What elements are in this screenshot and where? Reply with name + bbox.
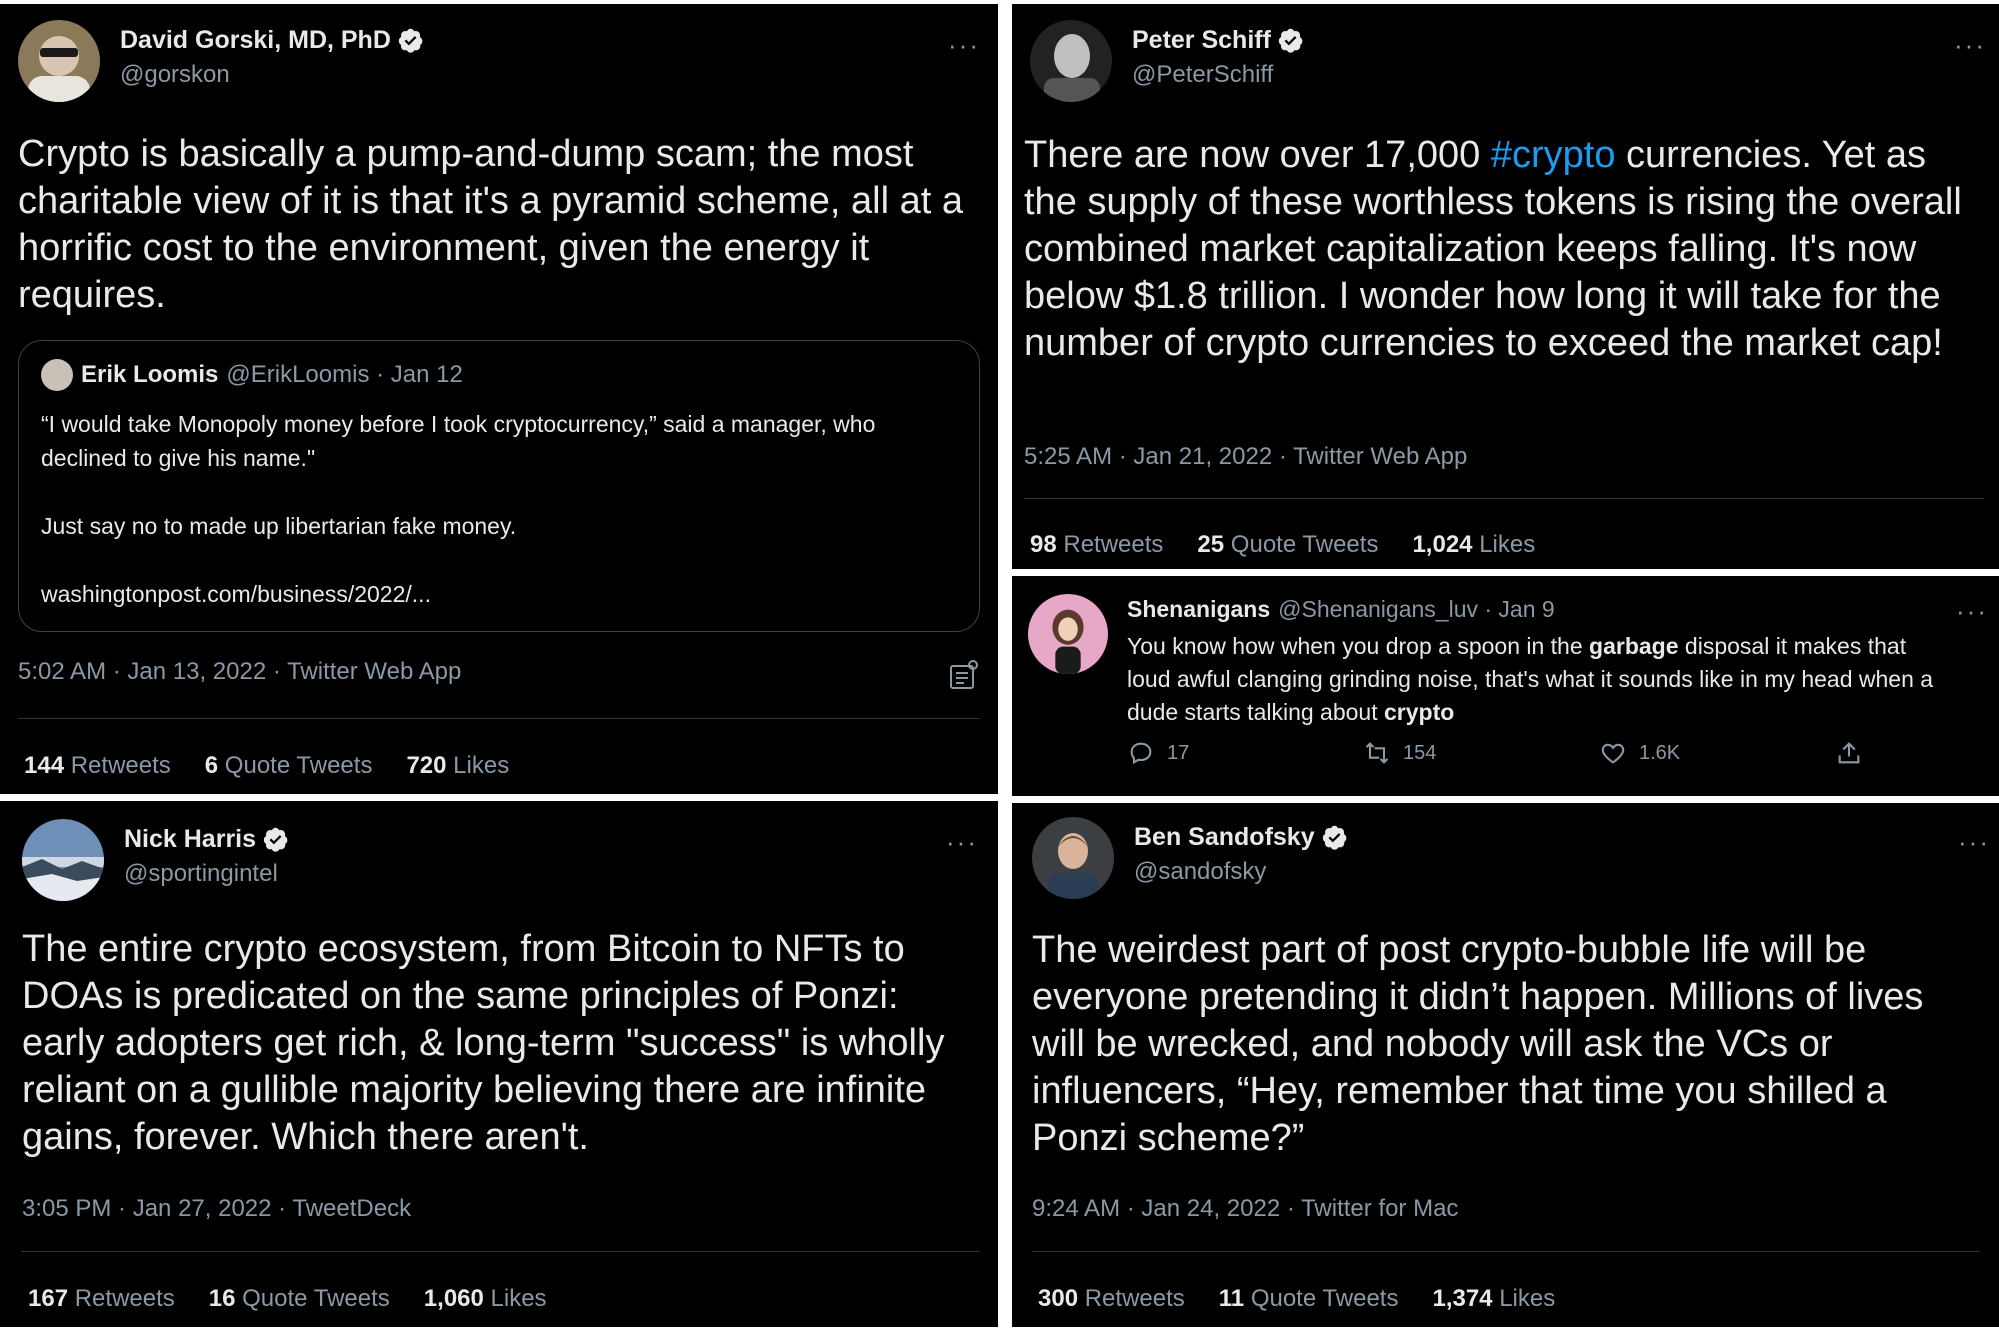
- divider: [22, 1251, 980, 1252]
- divider: [1024, 498, 1984, 499]
- heart-icon: [1601, 743, 1625, 764]
- display-name[interactable]: Peter Schiff: [1132, 26, 1271, 55]
- tweet-sandofsky: Ben Sandofsky @sandofsky ··· The weirdes…: [1012, 803, 1999, 1327]
- tweet-text: The entire crypto ecosystem, from Bitcoi…: [22, 928, 945, 1158]
- quote-tweets-stat[interactable]: 11 Quote Tweets: [1219, 1285, 1399, 1313]
- tweet-stats: 98 Retweets 25 Quote Tweets 1,024 Likes: [1030, 531, 1569, 559]
- tweet-header: Peter Schiff @PeterSchiff: [1030, 20, 1304, 102]
- hashtag-link[interactable]: #crypto: [1491, 134, 1616, 176]
- retweets-stat[interactable]: 167 Retweets: [28, 1285, 175, 1313]
- retweets-stat[interactable]: 144 Retweets: [24, 752, 171, 780]
- quoted-avatar: [41, 359, 73, 391]
- display-name[interactable]: Ben Sandofsky: [1134, 823, 1315, 852]
- likes-stat[interactable]: 1,060 Likes: [424, 1285, 547, 1313]
- quoted-text-line1: “I would take Monopoly money before I to…: [41, 411, 876, 471]
- tweet-text: Crypto is basically a pump-and-dump scam…: [18, 133, 963, 316]
- avatar[interactable]: [1028, 594, 1108, 674]
- quote-tweets-stat[interactable]: 16 Quote Tweets: [209, 1285, 390, 1313]
- tweet-harris: Nick Harris @sportingintel ··· The entir…: [0, 801, 998, 1327]
- reply-header: Shenanigans @Shenanigans_luv · Jan 9: [1127, 596, 1555, 623]
- analytics-icon[interactable]: [948, 658, 978, 692]
- quoted-text-line2: Just say no to made up libertarian fake …: [41, 513, 517, 539]
- likes-stat[interactable]: 1,024 Likes: [1412, 531, 1535, 559]
- quoted-link[interactable]: washingtonpost.com/business/2022/...: [41, 577, 941, 611]
- verified-badge-icon: [1278, 28, 1303, 53]
- more-options-icon[interactable]: ···: [1958, 829, 1990, 855]
- likes-stat[interactable]: 1,374 Likes: [1432, 1285, 1555, 1313]
- handle[interactable]: @sportingintel: [124, 860, 289, 888]
- avatar[interactable]: [22, 819, 104, 901]
- avatar[interactable]: [18, 20, 100, 102]
- tweet-timestamp[interactable]: 3:05 PM · Jan 27, 2022 · TweetDeck: [22, 1195, 411, 1223]
- verified-badge-icon: [1322, 825, 1347, 850]
- handle[interactable]: @gorskon: [120, 61, 424, 89]
- retweets-stat[interactable]: 300 Retweets: [1038, 1285, 1185, 1313]
- more-options-icon[interactable]: ···: [1954, 32, 1986, 58]
- tweet-actions: 17 154 1.6K: [1127, 739, 1999, 767]
- tweet-text: You know how when you drop a spoon in th…: [1127, 633, 1934, 725]
- tweet-stats: 167 Retweets 16 Quote Tweets 1,060 Likes: [28, 1285, 581, 1313]
- avatar[interactable]: [1032, 817, 1114, 899]
- quoted-tweet[interactable]: Erik Loomis @ErikLoomis · Jan 12 “I woul…: [18, 340, 980, 632]
- tweet-text: There are now over 17,000 #crypto curren…: [1024, 134, 1962, 364]
- tweet-stats: 300 Retweets 11 Quote Tweets 1,374 Likes: [1038, 1285, 1589, 1313]
- display-name[interactable]: David Gorski, MD, PhD: [120, 26, 391, 55]
- verified-badge-icon: [263, 827, 288, 852]
- tweet-text: The weirdest part of post crypto-bubble …: [1032, 929, 1924, 1159]
- tweet-schiff: Peter Schiff @PeterSchiff ··· There are …: [1012, 4, 1999, 569]
- retweet-icon: [1365, 742, 1389, 764]
- display-name[interactable]: Shenanigans: [1127, 596, 1270, 623]
- verified-badge-icon: [398, 28, 423, 53]
- handle-date[interactable]: @Shenanigans_luv · Jan 9: [1278, 596, 1555, 623]
- tweet-header: Ben Sandofsky @sandofsky: [1032, 817, 1348, 899]
- handle[interactable]: @PeterSchiff: [1132, 61, 1304, 89]
- retweet-button[interactable]: 154: [1363, 739, 1599, 767]
- tweet-timestamp[interactable]: 5:25 AM · Jan 21, 2022 · Twitter Web App: [1024, 443, 1467, 471]
- tweet-gorski: David Gorski, MD, PhD @gorskon ··· Crypt…: [0, 4, 998, 794]
- tweet-stats: 144 Retweets 6 Quote Tweets 720 Likes: [24, 752, 543, 780]
- more-options-icon[interactable]: ···: [946, 829, 978, 855]
- share-icon: [1838, 742, 1860, 764]
- divider: [18, 718, 980, 719]
- tweet-header: Nick Harris @sportingintel: [22, 819, 289, 901]
- avatar[interactable]: [1030, 20, 1112, 102]
- retweets-stat[interactable]: 98 Retweets: [1030, 531, 1163, 559]
- tweet-header: David Gorski, MD, PhD @gorskon: [18, 20, 424, 102]
- quote-tweets-stat[interactable]: 25 Quote Tweets: [1197, 531, 1378, 559]
- more-options-icon[interactable]: ···: [948, 32, 980, 58]
- quoted-name: Erik Loomis: [81, 361, 219, 388]
- quote-tweets-stat[interactable]: 6 Quote Tweets: [205, 752, 373, 780]
- divider: [1032, 1251, 1980, 1252]
- reply-icon: [1130, 742, 1152, 765]
- display-name[interactable]: Nick Harris: [124, 825, 256, 854]
- more-options-icon[interactable]: ···: [1956, 598, 1988, 624]
- likes-stat[interactable]: 720 Likes: [406, 752, 509, 780]
- reply-button[interactable]: 17: [1127, 739, 1363, 767]
- handle[interactable]: @sandofsky: [1134, 858, 1348, 886]
- tweet-timestamp[interactable]: 9:24 AM · Jan 24, 2022 · Twitter for Mac: [1032, 1195, 1458, 1223]
- quoted-handle-date: @ErikLoomis · Jan 12: [226, 361, 463, 388]
- like-button[interactable]: 1.6K: [1599, 739, 1835, 767]
- tweet-timestamp[interactable]: 5:02 AM · Jan 13, 2022 · Twitter Web App: [18, 658, 461, 686]
- tweet-shenanigans: Shenanigans @Shenanigans_luv · Jan 9 ···…: [1012, 576, 1999, 796]
- share-button[interactable]: [1835, 739, 1999, 767]
